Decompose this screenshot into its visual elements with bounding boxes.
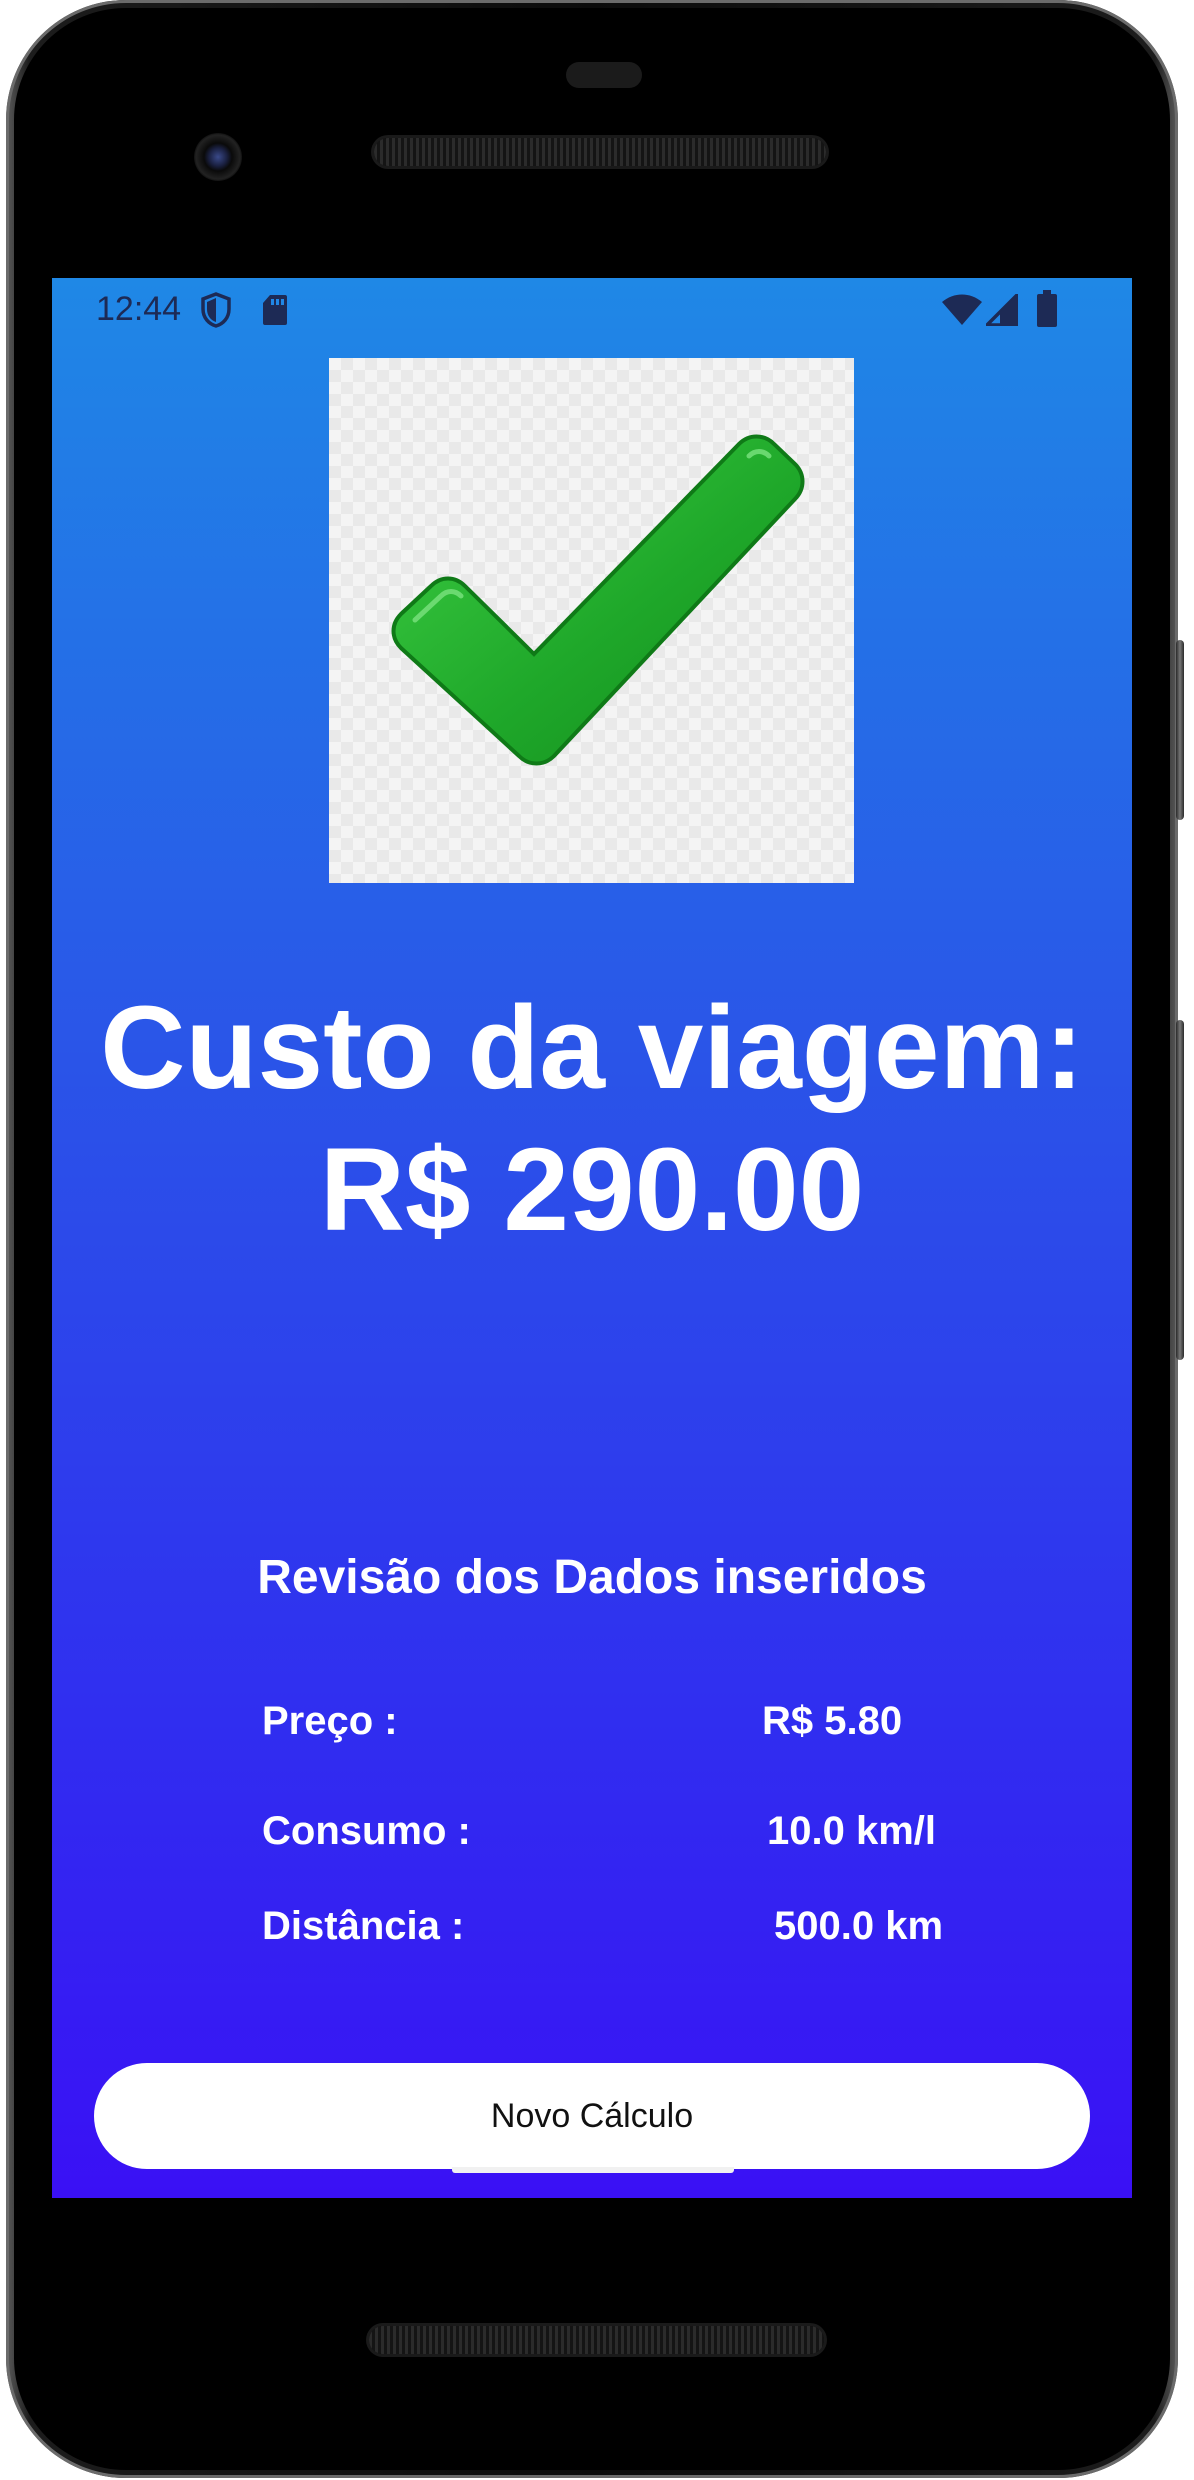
- distance-value: 500.0 km: [774, 1904, 944, 1948]
- review-row-distance: Distância : 500.0 km: [52, 1896, 1132, 1956]
- sd-card-icon: [262, 294, 288, 331]
- new-calculation-button[interactable]: Novo Cálculo: [94, 2063, 1090, 2169]
- price-label: Preço :: [262, 1699, 398, 1743]
- earpiece: [566, 62, 642, 88]
- button-shadow-strip: [452, 2167, 734, 2173]
- app-screen: 12:44 Custo da viagem: R$ 290.00 Revisão…: [52, 278, 1132, 2198]
- power-button: [1176, 640, 1184, 820]
- top-speaker-grille: [374, 138, 826, 166]
- review-row-price: Preço : R$ 5.80: [52, 1691, 1132, 1751]
- consumption-label: Consumo :: [262, 1809, 471, 1853]
- status-time: 12:44: [96, 290, 182, 328]
- volume-button: [1176, 1020, 1184, 1360]
- trip-cost-title: Custo da viagem:: [100, 982, 1084, 1114]
- battery-icon: [1036, 290, 1058, 333]
- success-image: [329, 358, 854, 883]
- review-heading: Revisão dos Dados inseridos: [257, 1551, 927, 1604]
- review-row-consumption: Consumo : 10.0 km/l: [52, 1801, 1132, 1861]
- trip-cost-value: R$ 290.00: [319, 1124, 865, 1256]
- price-value: R$ 5.80: [762, 1699, 903, 1743]
- wifi-icon: [942, 294, 982, 331]
- cell-signal-icon: [982, 290, 1019, 331]
- bottom-speaker-grille: [369, 2326, 824, 2354]
- consumption-value: 10.0 km/l: [767, 1809, 937, 1853]
- distance-label: Distância :: [262, 1904, 465, 1948]
- shield-icon: [200, 292, 232, 333]
- status-bar: 12:44: [52, 278, 1132, 342]
- front-camera: [194, 133, 242, 181]
- checkmark-icon: [391, 434, 805, 766]
